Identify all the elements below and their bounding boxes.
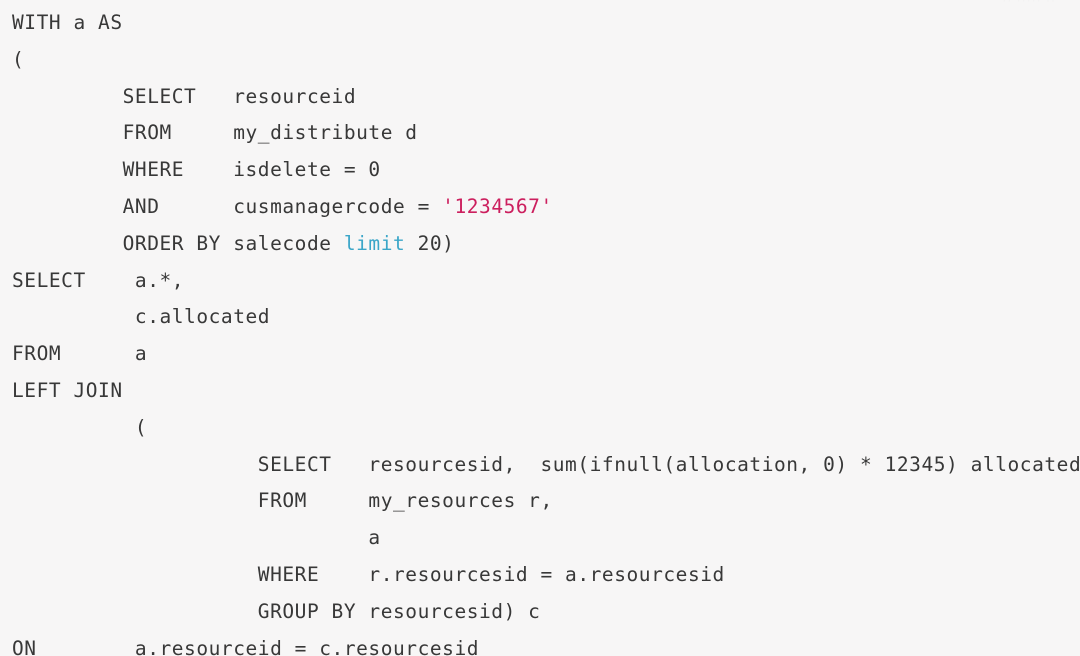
code-line: FROM a	[0, 336, 1080, 373]
code-line: ORDER BY salecode limit 20)	[0, 226, 1080, 263]
code-token-keyword: limit	[344, 232, 405, 255]
code-token-plain: SELECT resourceid	[12, 85, 356, 108]
code-line: SELECT resourceid	[0, 79, 1080, 116]
code-token-plain: SELECT a.*,	[12, 269, 184, 292]
code-line: WITH a AS	[0, 5, 1080, 42]
code-line: (	[0, 42, 1080, 79]
code-token-plain: ORDER BY salecode	[12, 232, 344, 255]
code-token-plain: GROUP BY resourcesid) c	[12, 600, 540, 623]
code-line: (	[0, 410, 1080, 447]
code-token-plain: FROM my_resources r,	[12, 489, 553, 512]
sql-code-block[interactable]: WITH a AS ( SELECT resourceid FROM my_dis…	[0, 0, 1080, 656]
code-token-plain: c.allocated	[12, 305, 270, 328]
code-line: c.allocated	[0, 299, 1080, 336]
code-line: WHERE isdelete = 0	[0, 152, 1080, 189]
code-line: AND cusmanagercode = '1234567'	[0, 189, 1080, 226]
code-token-plain: WHERE r.resourcesid = a.resourcesid	[12, 563, 725, 586]
code-token-plain: FROM my_distribute d	[12, 121, 418, 144]
code-token-plain: AND cusmanagercode =	[12, 195, 442, 218]
code-line: LEFT JOIN	[0, 373, 1080, 410]
code-line: a	[0, 520, 1080, 557]
code-line: SELECT resourcesid, sum(ifnull(allocatio…	[0, 447, 1080, 484]
code-token-plain: (	[12, 416, 147, 439]
code-line: FROM my_distribute d	[0, 115, 1080, 152]
code-line: ON a.resourceid = c.resourcesid	[0, 631, 1080, 656]
code-line: FROM my_resources r,	[0, 483, 1080, 520]
code-token-plain: (	[12, 48, 24, 71]
code-token-plain: a	[12, 526, 381, 549]
code-line: WHERE r.resourcesid = a.resourcesid	[0, 557, 1080, 594]
code-token-plain: 20)	[405, 232, 454, 255]
code-token-plain: WITH a AS	[12, 11, 123, 34]
code-token-plain: WHERE isdelete = 0	[12, 158, 381, 181]
code-line: GROUP BY resourcesid) c	[0, 594, 1080, 631]
code-token-plain: ON a.resourceid = c.resourcesid	[12, 637, 479, 656]
code-line: SELECT a.*,	[0, 263, 1080, 300]
code-token-plain: SELECT resourcesid, sum(ifnull(allocatio…	[12, 453, 1080, 476]
code-token-plain: FROM a	[12, 342, 147, 365]
code-snippet-surface: ·· ····· ·· WITH a AS( SELECT resourceid…	[0, 0, 1080, 656]
code-token-string: '1234567'	[442, 195, 553, 218]
code-token-plain: LEFT JOIN	[12, 379, 123, 402]
